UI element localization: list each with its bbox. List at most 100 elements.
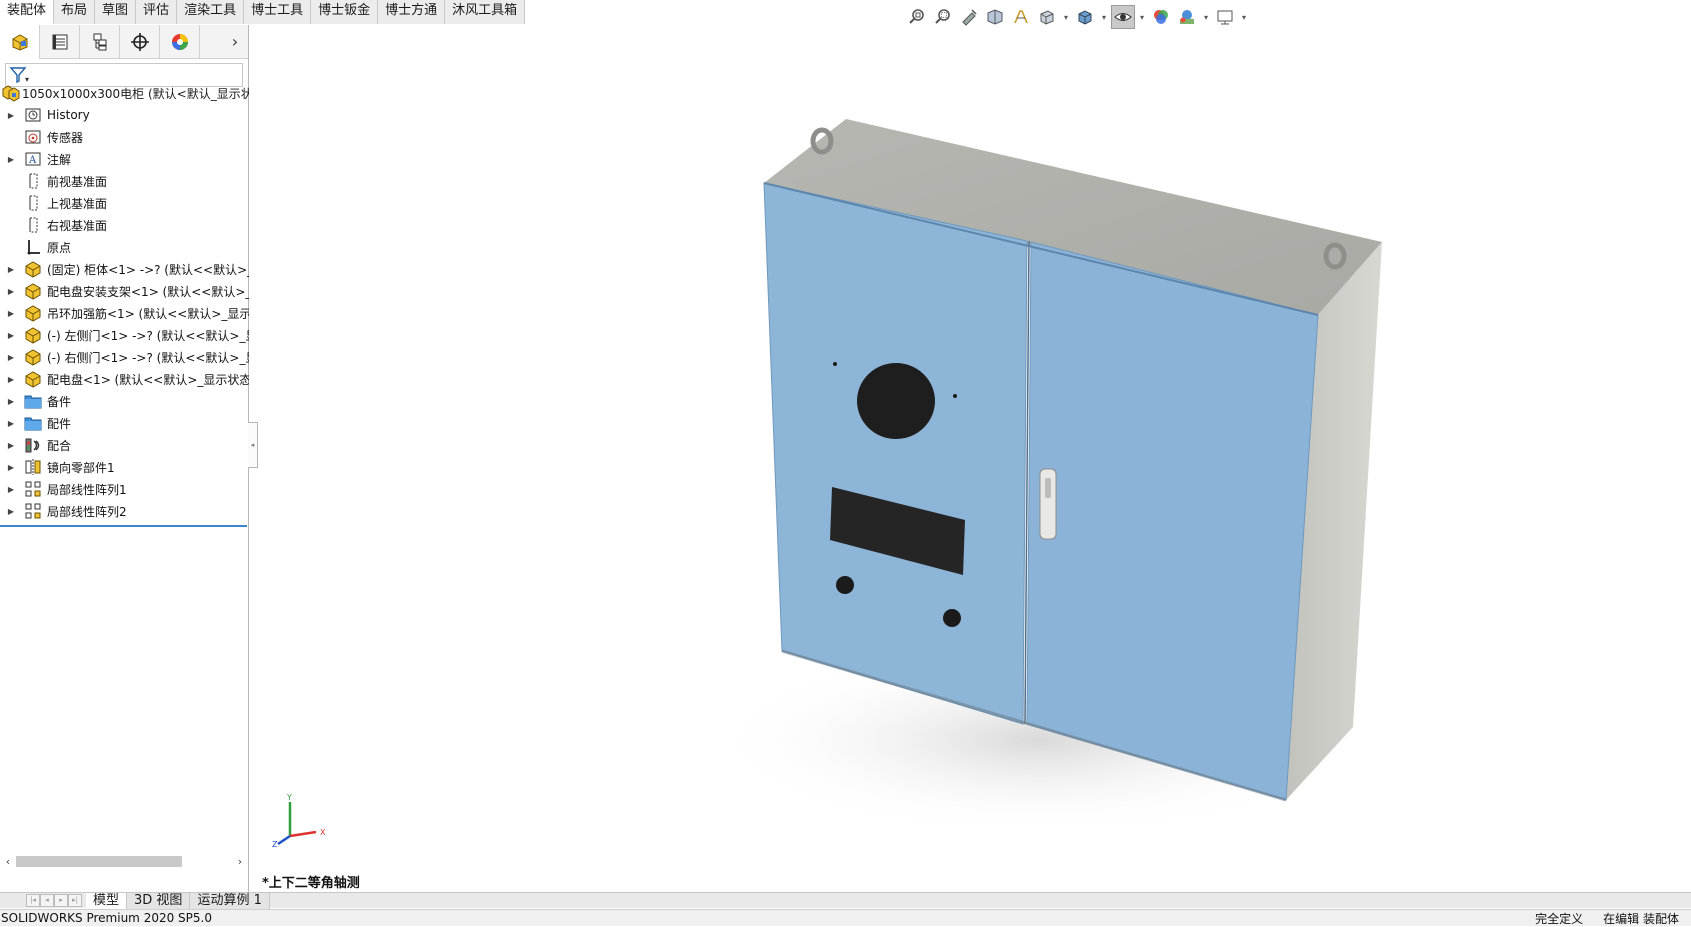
- triad-x-label: X: [320, 828, 326, 837]
- tree-node-spare-parts[interactable]: ▶ 备件: [0, 390, 249, 412]
- tab-scroll-arrows: |◂ ◂ ▸ ▸|: [26, 894, 82, 907]
- tree-node-label: 原点: [47, 240, 72, 255]
- tab-sketch[interactable]: 草图: [95, 0, 137, 24]
- feature-tree: 1050x1000x300电柜 (默认<默认_显示状 ▶ History 传感器…: [0, 82, 249, 527]
- rollback-bar[interactable]: [0, 525, 247, 527]
- tree-node-label: 右视基准面: [47, 218, 108, 233]
- pilot-light-hole: [836, 576, 854, 594]
- tree-node-label: 配合: [47, 438, 72, 453]
- plane-icon: [22, 193, 44, 213]
- expand-arrow-icon[interactable]: ▶: [0, 265, 22, 274]
- plane-icon: [22, 171, 44, 191]
- tab-doctor-sheetmetal[interactable]: 博士钣金: [311, 0, 379, 24]
- scroll-thumb[interactable]: [16, 856, 182, 867]
- tab-doctor-tube[interactable]: 博士方通: [378, 0, 446, 24]
- editing-mode-status[interactable]: 在编辑 装配体: [1603, 910, 1679, 927]
- assembly-part-icon: [22, 369, 44, 389]
- door-handle-grip: [1045, 478, 1051, 498]
- right-door: [1026, 241, 1319, 801]
- tab-3d-view[interactable]: 3D 视图: [127, 892, 191, 909]
- chevron-down-icon[interactable]: ▾: [1201, 13, 1211, 22]
- graphics-area[interactable]: [250, 24, 1691, 892]
- expand-arrow-icon[interactable]: ▶: [0, 441, 22, 450]
- tree-node-panel-bracket[interactable]: ▶ 配电盘安装支架<1> (默认<<默认>_显: [0, 280, 249, 302]
- tree-node-top-plane[interactable]: 上视基准面: [0, 192, 249, 214]
- tree-node-cabinet-body[interactable]: ▶ (固定) 柜体<1> ->? (默认<<默认>_显: [0, 258, 249, 280]
- command-manager-tabs: 装配体 布局 草图 评估 渲染工具 博士工具 博士钣金 博士方通 沐风工具箱: [0, 0, 526, 24]
- assembly-part-icon: [22, 259, 44, 279]
- dimxpert-manager-tab-icon[interactable]: [120, 24, 160, 59]
- tree-node-mirror-component[interactable]: ▶ 镜向零部件1: [0, 456, 249, 478]
- display-manager-tab-icon[interactable]: [160, 24, 200, 59]
- left-door: [763, 182, 1028, 725]
- tab-doctor-tools[interactable]: 博士工具: [244, 0, 312, 24]
- definition-status: 完全定义: [1535, 911, 1584, 926]
- tree-node-label: 局部线性阵列1: [47, 482, 127, 497]
- tree-node-origin[interactable]: 原点: [0, 236, 249, 258]
- last-tab-icon[interactable]: ▸|: [68, 894, 82, 907]
- tree-node-linear-pattern-1[interactable]: ▶ 局部线性阵列1: [0, 478, 249, 500]
- expand-arrow-icon[interactable]: ▶: [0, 485, 22, 494]
- tree-node-linear-pattern-2[interactable]: ▶ 局部线性阵列2: [0, 500, 249, 522]
- next-tab-icon[interactable]: ▸: [54, 894, 68, 907]
- electric-cabinet-model: [710, 119, 1382, 835]
- tree-root-assembly[interactable]: 1050x1000x300电柜 (默认<默认_显示状: [0, 82, 249, 104]
- linear-pattern-icon: [22, 501, 44, 521]
- tree-horizontal-scrollbar[interactable]: ‹ ›: [0, 853, 248, 869]
- origin-icon: [22, 237, 44, 257]
- scroll-right-icon[interactable]: ›: [232, 855, 248, 868]
- tree-node-label: 传感器: [47, 130, 84, 145]
- tree-node-distribution-panel[interactable]: ▶ 配电盘<1> (默认<<默认>_显示状态: [0, 368, 249, 390]
- tree-node-front-plane[interactable]: 前视基准面: [0, 170, 249, 192]
- expand-arrow-icon[interactable]: ▶: [0, 507, 22, 516]
- expand-arrow-icon[interactable]: ▶: [0, 331, 22, 340]
- scroll-left-icon[interactable]: ‹: [0, 855, 16, 868]
- expand-arrow-icon[interactable]: ▶: [0, 419, 22, 428]
- tab-mufeng-toolbox[interactable]: 沐风工具箱: [445, 0, 526, 24]
- tree-node-left-door[interactable]: ▶ (-) 左侧门<1> ->? (默认<<默认>_显: [0, 324, 249, 346]
- tree-node-label: 吊环加强筋<1> (默认<<默认>_显示状: [47, 306, 249, 321]
- screw-hole: [833, 362, 837, 366]
- assembly-part-icon: [22, 325, 44, 345]
- configuration-manager-tab-icon[interactable]: [80, 24, 120, 59]
- tree-node-annotations[interactable]: ▶ A 注解: [0, 148, 249, 170]
- chevron-right-icon[interactable]: ›: [222, 32, 248, 51]
- prev-tab-icon[interactable]: ◂: [40, 894, 54, 907]
- expand-arrow-icon[interactable]: ▶: [0, 463, 22, 472]
- expand-arrow-icon[interactable]: ▶: [0, 111, 22, 120]
- tree-node-lifting-rib[interactable]: ▶ 吊环加强筋<1> (默认<<默认>_显示状: [0, 302, 249, 324]
- chevron-down-icon[interactable]: ▾: [1099, 13, 1109, 22]
- assembly-part-icon: [22, 303, 44, 323]
- tab-model[interactable]: 模型: [86, 892, 128, 909]
- annotation-icon: A: [22, 149, 44, 169]
- chevron-down-icon[interactable]: ▾: [1061, 13, 1071, 22]
- feature-manager-tab-icon[interactable]: [0, 24, 40, 59]
- tree-node-sensors[interactable]: 传感器: [0, 126, 249, 148]
- tree-node-right-plane[interactable]: 右视基准面: [0, 214, 249, 236]
- tree-node-accessories[interactable]: ▶ 配件: [0, 412, 249, 434]
- tab-evaluate[interactable]: 评估: [136, 0, 178, 24]
- tree-node-label: 配件: [47, 416, 72, 431]
- screw-hole: [953, 394, 957, 398]
- expand-arrow-icon[interactable]: ▶: [0, 309, 22, 318]
- scroll-track[interactable]: [16, 855, 232, 867]
- history-icon: [22, 105, 44, 125]
- tab-assembly[interactable]: 装配体: [0, 0, 55, 24]
- tab-render-tools[interactable]: 渲染工具: [177, 0, 245, 24]
- expand-arrow-icon[interactable]: ▶: [0, 353, 22, 362]
- first-tab-icon[interactable]: |◂: [26, 894, 40, 907]
- chevron-down-icon[interactable]: ▾: [1137, 13, 1147, 22]
- tab-layout[interactable]: 布局: [54, 0, 96, 24]
- expand-arrow-icon[interactable]: ▶: [0, 155, 22, 164]
- expand-arrow-icon[interactable]: ▶: [0, 287, 22, 296]
- chevron-down-icon[interactable]: ▾: [1239, 13, 1249, 22]
- tree-node-mates[interactable]: ▶ 配合: [0, 434, 249, 456]
- mirror-component-icon: [22, 457, 44, 477]
- tree-node-right-door[interactable]: ▶ (-) 右侧门<1> ->? (默认<<默认>_显: [0, 346, 249, 368]
- expand-arrow-icon[interactable]: ▶: [0, 397, 22, 406]
- property-manager-tab-icon[interactable]: [40, 24, 80, 59]
- tab-motion-study[interactable]: 运动算例 1: [190, 892, 270, 909]
- tree-node-label: 配电盘安装支架<1> (默认<<默认>_显: [47, 284, 249, 299]
- tree-node-history[interactable]: ▶ History: [0, 104, 249, 126]
- expand-arrow-icon[interactable]: ▶: [0, 375, 22, 384]
